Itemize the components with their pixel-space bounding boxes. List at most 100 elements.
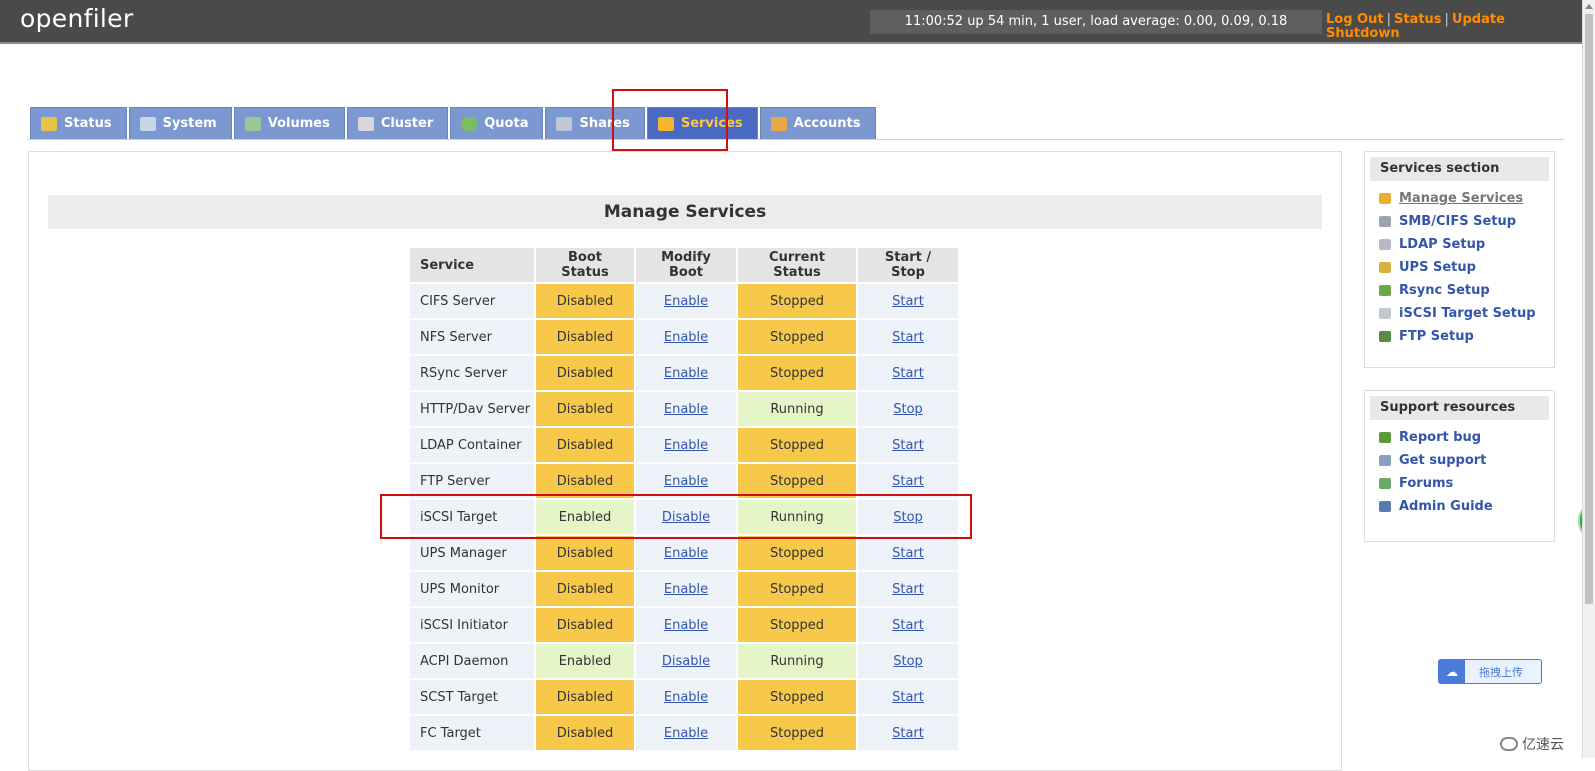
- drag-upload-button[interactable]: ☁ 拖拽上传: [1438, 659, 1542, 684]
- services-section-list: Manage Services SMB/CIFS Setup LDAP Setu…: [1365, 187, 1554, 356]
- shutdown-link[interactable]: Shutdown: [1326, 26, 1400, 41]
- modify-boot-link[interactable]: Enable: [664, 582, 708, 597]
- sidebar-link[interactable]: Manage Services: [1399, 191, 1523, 206]
- sidebar-link[interactable]: UPS Setup: [1399, 260, 1476, 275]
- modify-boot-link[interactable]: Enable: [664, 294, 708, 309]
- service-name: FC Target: [410, 716, 534, 750]
- ftp-icon: [1379, 331, 1391, 342]
- modify-boot-link[interactable]: Enable: [664, 366, 708, 381]
- modify-boot-link[interactable]: Enable: [664, 618, 708, 633]
- tab-quota[interactable]: Quota: [450, 107, 544, 139]
- start-stop-link[interactable]: Stop: [893, 402, 923, 417]
- volumes-icon: [244, 116, 261, 131]
- start-stop-cell: Start: [858, 536, 958, 570]
- start-stop-cell: Stop: [858, 392, 958, 426]
- accounts-icon: [770, 116, 787, 131]
- modify-boot-link[interactable]: Enable: [664, 474, 708, 489]
- sidebar-link[interactable]: FTP Setup: [1399, 329, 1474, 344]
- logout-link[interactable]: Log Out: [1326, 12, 1384, 27]
- tab-system[interactable]: System: [128, 107, 232, 139]
- sidebar-link[interactable]: Rsync Setup: [1399, 283, 1490, 298]
- current-status: Stopped: [738, 284, 856, 318]
- start-stop-link[interactable]: Start: [892, 690, 924, 705]
- table-row: UPS Monitor Disabled Enable Stopped Start: [410, 572, 958, 606]
- main-tabs: Status System Volumes Cluster Quota Shar…: [30, 107, 878, 139]
- modify-boot-link[interactable]: Enable: [664, 402, 708, 417]
- boot-status: Disabled: [536, 284, 634, 318]
- tab-volumes[interactable]: Volumes: [233, 107, 345, 139]
- uptime-status: 11:00:52 up 54 min, 1 user, load average…: [870, 10, 1322, 34]
- start-stop-link[interactable]: Start: [892, 726, 924, 741]
- upload-label: 拖拽上传: [1479, 665, 1523, 679]
- start-stop-link[interactable]: Start: [892, 546, 924, 561]
- tab-cluster[interactable]: Cluster: [346, 107, 449, 139]
- start-stop-link[interactable]: Start: [892, 366, 924, 381]
- tab-label: Cluster: [380, 116, 434, 131]
- table-row: RSync Server Disabled Enable Stopped Start: [410, 356, 958, 390]
- table-row: LDAP Container Disabled Enable Stopped Start: [410, 428, 958, 462]
- service-name: HTTP/Dav Server: [410, 392, 534, 426]
- sidebar-link[interactable]: Admin Guide: [1399, 499, 1493, 514]
- tab-accounts[interactable]: Accounts: [759, 107, 876, 139]
- tab-label: System: [162, 116, 217, 131]
- current-status: Stopped: [738, 320, 856, 354]
- start-stop-link[interactable]: Start: [892, 294, 924, 309]
- manage-services-icon: [1379, 193, 1391, 204]
- start-stop-link[interactable]: Start: [892, 330, 924, 345]
- boot-status: Disabled: [536, 608, 634, 642]
- sidebar-link[interactable]: Forums: [1399, 476, 1453, 491]
- tab-label: Status: [64, 116, 112, 131]
- system-icon: [139, 116, 156, 131]
- sidebar-link[interactable]: Get support: [1399, 453, 1486, 468]
- boot-status: Disabled: [536, 680, 634, 714]
- sidebar-link[interactable]: LDAP Setup: [1399, 237, 1485, 252]
- sidebar-item-ftp-setup: FTP Setup: [1379, 325, 1554, 348]
- update-link[interactable]: Update: [1452, 12, 1505, 27]
- status-link[interactable]: Status: [1394, 12, 1442, 27]
- sidebar-item-forums: Forums: [1379, 472, 1554, 495]
- start-stop-link[interactable]: Start: [892, 438, 924, 453]
- current-status: Stopped: [738, 716, 856, 750]
- table-row: iSCSI Initiator Disabled Enable Stopped Star…: [410, 608, 958, 642]
- sidebar-link[interactable]: SMB/CIFS Setup: [1399, 214, 1516, 229]
- vertical-scrollbar[interactable]: [1582, 0, 1595, 758]
- sidebar-item-admin-guide: Admin Guide: [1379, 495, 1554, 518]
- start-stop-link[interactable]: Stop: [893, 654, 923, 669]
- sidebar-item-ups-setup: UPS Setup: [1379, 256, 1554, 279]
- quota-icon: [461, 116, 478, 131]
- rsync-icon: [1379, 285, 1391, 296]
- sidebar-item-rsync-setup: Rsync Setup: [1379, 279, 1554, 302]
- service-name: NFS Server: [410, 320, 534, 354]
- sidebar-item-report-bug: Report bug: [1379, 426, 1554, 449]
- col-boot-status: Boot Status: [536, 248, 634, 282]
- scroll-up-arrow-icon[interactable]: [1585, 4, 1593, 9]
- col-start-stop: Start / Stop: [858, 248, 958, 282]
- table-row: HTTP/Dav Server Disabled Enable Running Stop: [410, 392, 958, 426]
- start-stop-link[interactable]: Start: [892, 474, 924, 489]
- current-status: Stopped: [738, 572, 856, 606]
- boot-status: Disabled: [536, 716, 634, 750]
- tab-label: Volumes: [267, 116, 330, 131]
- sidebar-link[interactable]: Report bug: [1399, 430, 1481, 445]
- openfiler-logo: openfiler: [20, 4, 134, 33]
- modify-boot-link[interactable]: Enable: [664, 438, 708, 453]
- modify-boot-link[interactable]: Disable: [662, 654, 710, 669]
- start-stop-link[interactable]: Start: [892, 582, 924, 597]
- tab-label: Accounts: [793, 116, 861, 131]
- modify-boot-link[interactable]: Enable: [664, 546, 708, 561]
- service-name: UPS Monitor: [410, 572, 534, 606]
- modify-boot-link[interactable]: Enable: [664, 690, 708, 705]
- service-name: iSCSI Initiator: [410, 608, 534, 642]
- col-modify-boot: Modify Boot: [636, 248, 736, 282]
- modify-boot-link[interactable]: Enable: [664, 330, 708, 345]
- sidebar-item-manage-services: Manage Services: [1379, 187, 1554, 210]
- boot-status: Disabled: [536, 536, 634, 570]
- ldap-icon: [1379, 239, 1391, 250]
- forums-icon: [1379, 478, 1391, 489]
- scroll-thumb[interactable]: [1585, 14, 1593, 604]
- sidebar-link[interactable]: iSCSI Target Setup: [1399, 306, 1536, 321]
- start-stop-link[interactable]: Start: [892, 618, 924, 633]
- sidebar-item-get-support: Get support: [1379, 449, 1554, 472]
- tab-status[interactable]: Status: [30, 107, 127, 139]
- modify-boot-link[interactable]: Enable: [664, 726, 708, 741]
